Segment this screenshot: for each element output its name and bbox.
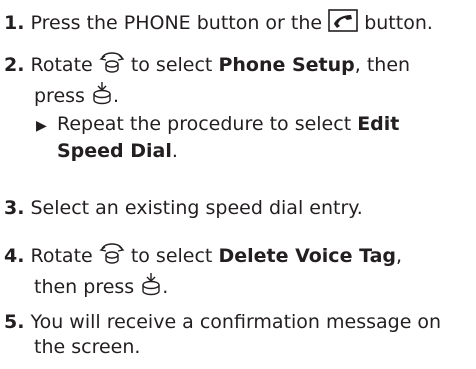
step-5: 5. You will receive a confirmation messa… — [4, 310, 441, 360]
step-1: 1. Press the PHONE button or the button. — [4, 9, 433, 39]
step-2: 2. Rotate to select Phone Setup, then pr… — [4, 50, 410, 164]
bold-term: Delete Voice Tag — [218, 245, 397, 267]
step-4: 4. Rotate to select Delete Voice Tag, th… — [4, 241, 402, 303]
step-3: 3. Select an existing speed dial entry. — [4, 196, 363, 221]
step-text: to select — [130, 54, 213, 76]
phone-pickup-icon — [328, 9, 358, 39]
step-text: Rotate — [30, 245, 93, 267]
sub-text: Repeat the procedure to select — [57, 113, 352, 135]
step-text: , then — [354, 54, 411, 76]
bold-term: Phone Setup — [218, 54, 355, 76]
selector-knob-rotate-icon — [99, 241, 125, 272]
step-number: 1. — [4, 12, 25, 34]
right-triangle-icon: ▶ — [36, 118, 47, 134]
bold-term: Edit — [357, 113, 400, 135]
step-text: to select — [130, 245, 213, 267]
selector-knob-press-icon — [91, 81, 113, 112]
step-text: You will receive a confirmation message … — [30, 311, 442, 333]
step-text: Rotate — [30, 54, 93, 76]
step-text: , — [396, 245, 403, 267]
step-text: then press — [34, 276, 135, 298]
step-text: . — [162, 276, 169, 298]
selector-knob-rotate-icon — [99, 50, 125, 81]
bold-term: Speed Dial — [57, 140, 172, 162]
step-text: button. — [364, 12, 433, 34]
selector-knob-press-icon — [140, 272, 162, 303]
step-number: 4. — [4, 245, 25, 267]
step-text: Press the PHONE button or the — [30, 12, 323, 34]
step-text: press — [34, 85, 85, 107]
step-number: 5. — [4, 311, 25, 333]
step-number: 2. — [4, 54, 25, 76]
step-text: the screen. — [34, 336, 141, 358]
instruction-list: 1. Press the PHONE button or the button.… — [0, 0, 476, 369]
sub-text: . — [171, 140, 178, 162]
step-number: 3. — [4, 197, 25, 219]
step-text: . — [113, 85, 120, 107]
step-text: Select an existing speed dial entry. — [30, 197, 363, 219]
